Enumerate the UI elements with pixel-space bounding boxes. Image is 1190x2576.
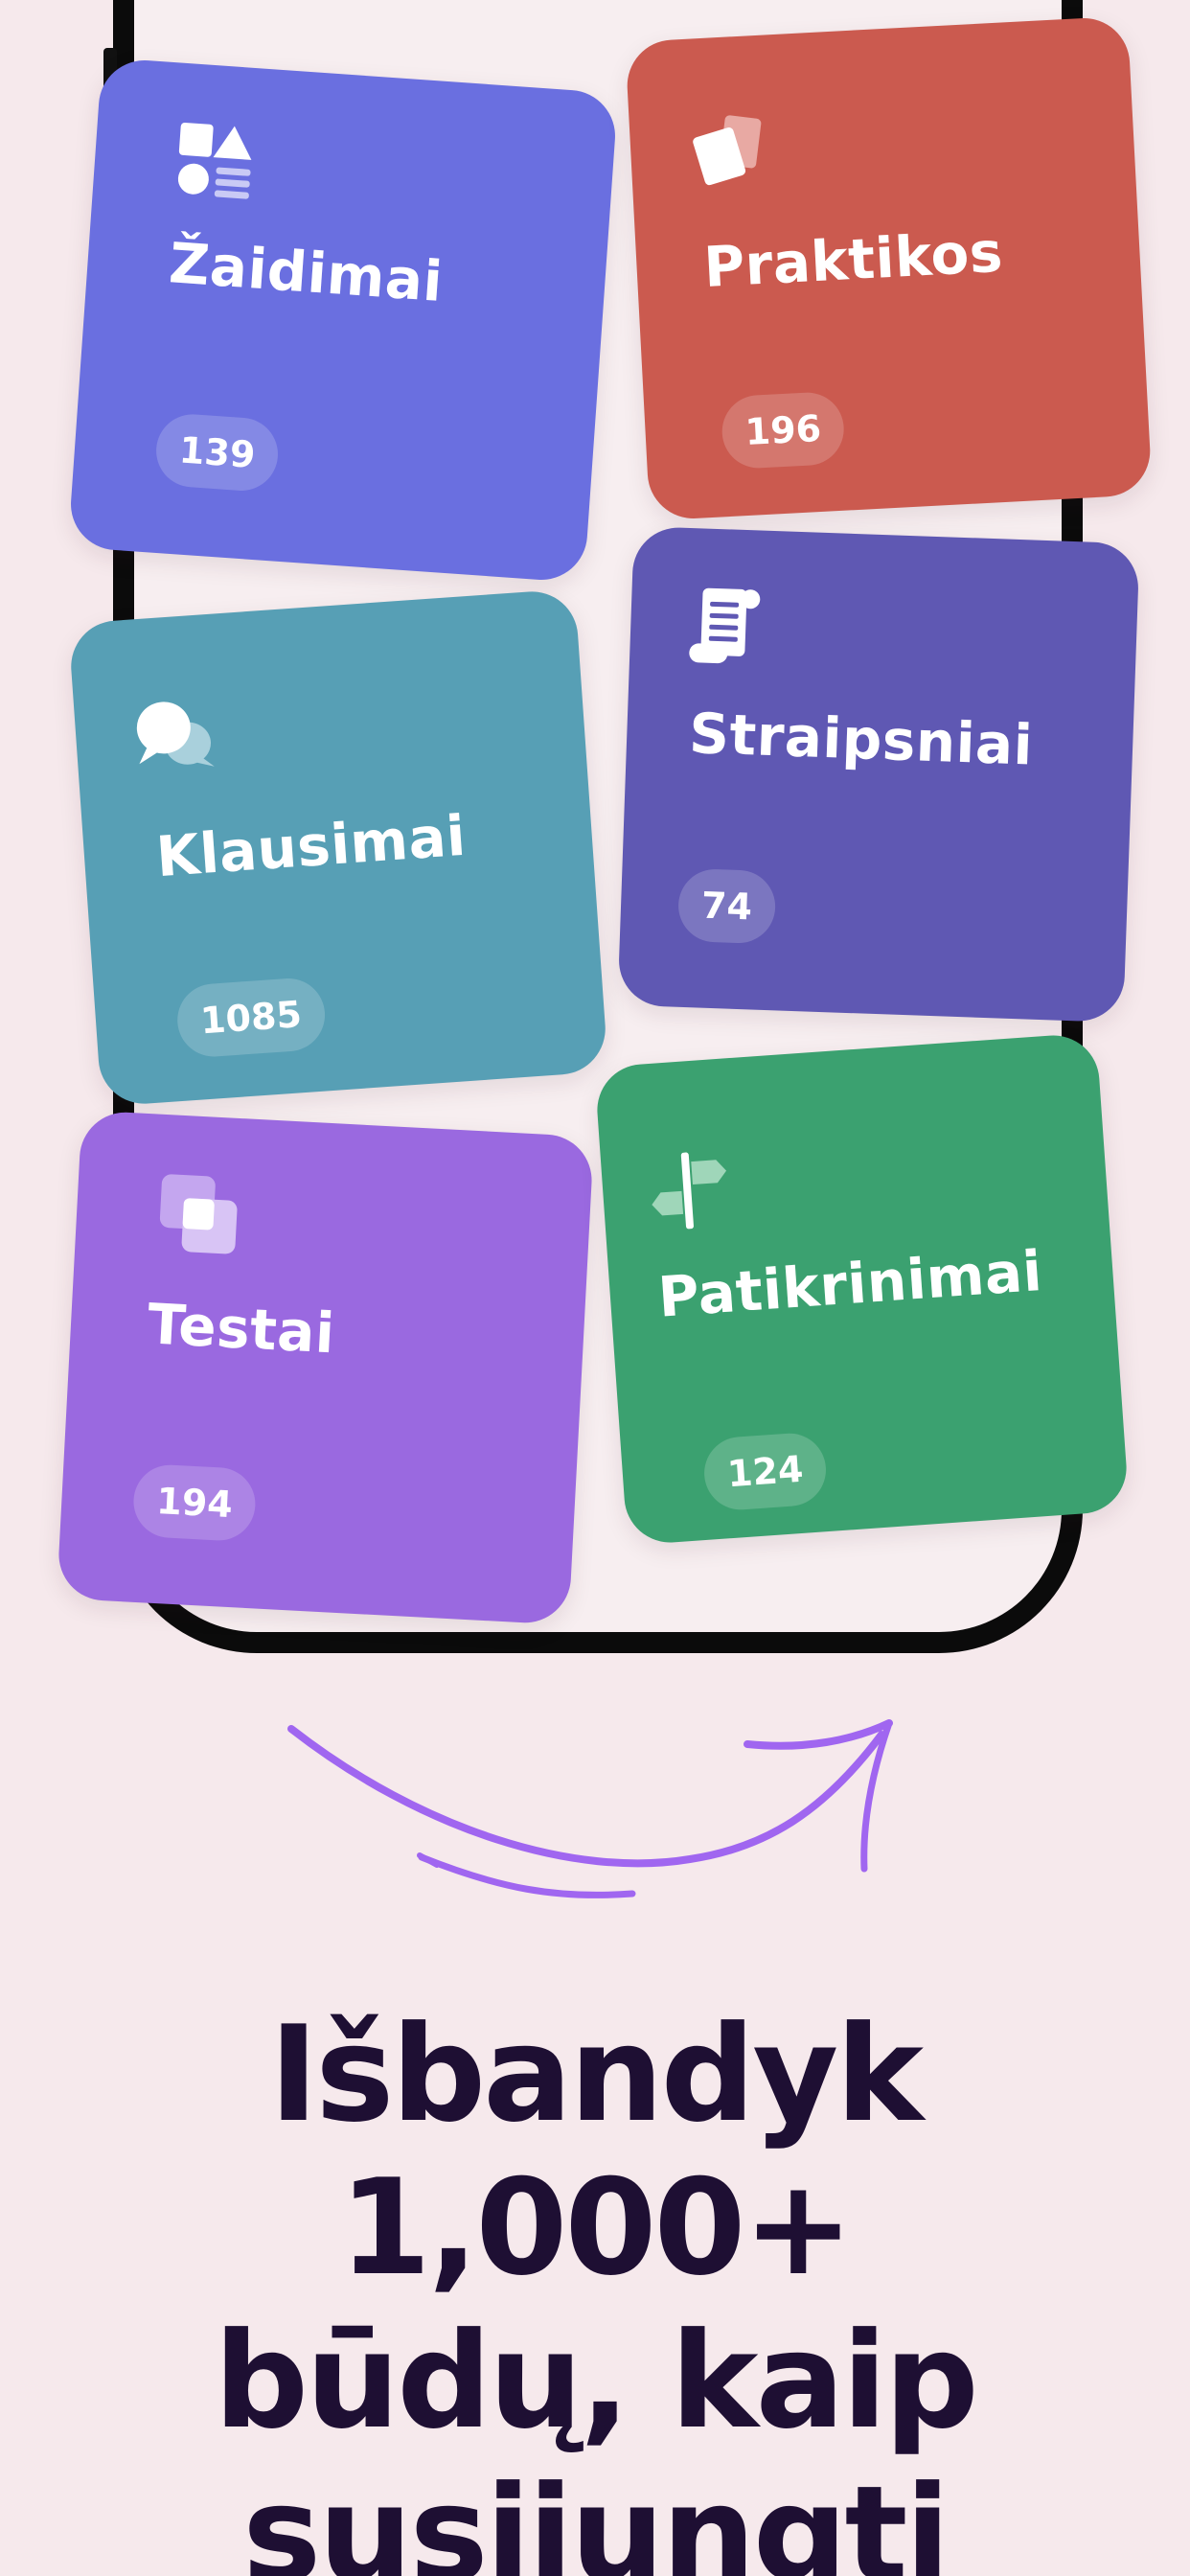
card-title: Straipsniai <box>688 701 1035 778</box>
card-title: Praktikos <box>701 218 1005 301</box>
count-badge: 139 <box>153 411 281 494</box>
headline: Išbandyk 1,000+ būdų, kaip susijungti <box>0 1998 1190 2576</box>
count-badge: 74 <box>676 867 777 945</box>
card-title: Klausimai <box>153 802 469 890</box>
category-card-articles[interactable]: Straipsniai 74 <box>617 525 1140 1024</box>
cards-icon <box>686 111 770 196</box>
chat-bubbles-icon <box>131 696 217 779</box>
card-title: Žaidimai <box>167 230 446 315</box>
count-badge: 196 <box>720 390 846 471</box>
category-card-questions[interactable]: Klausimai 1085 <box>68 588 608 1107</box>
squares-icon <box>156 1172 241 1261</box>
shapes-icon <box>173 121 256 207</box>
count-badge: 124 <box>701 1431 829 1512</box>
scroll-icon <box>687 586 767 674</box>
card-title: Patikrinimai <box>655 1237 1044 1330</box>
curved-arrow-icon <box>287 1719 893 1898</box>
headline-line: būdų, kaip <box>214 2304 979 2458</box>
headline-line: Išbandyk 1,000+ <box>268 1997 924 2305</box>
signpost-icon <box>649 1149 735 1236</box>
count-badge: 1085 <box>174 976 328 1060</box>
category-card-practices[interactable]: Praktikos 196 <box>625 15 1153 521</box>
count-badge: 194 <box>131 1462 258 1543</box>
headline-line: susijungti <box>242 2457 950 2576</box>
category-card-checks[interactable]: Patikrinimai 124 <box>594 1032 1130 1546</box>
card-title: Testai <box>146 1291 337 1367</box>
promo-screen: Žaidimai 139 Praktikos 196 Klausimai 108… <box>0 0 1190 2576</box>
category-card-games[interactable]: Žaidimai 139 <box>67 57 619 584</box>
category-card-tests[interactable]: Testai 194 <box>57 1110 594 1625</box>
